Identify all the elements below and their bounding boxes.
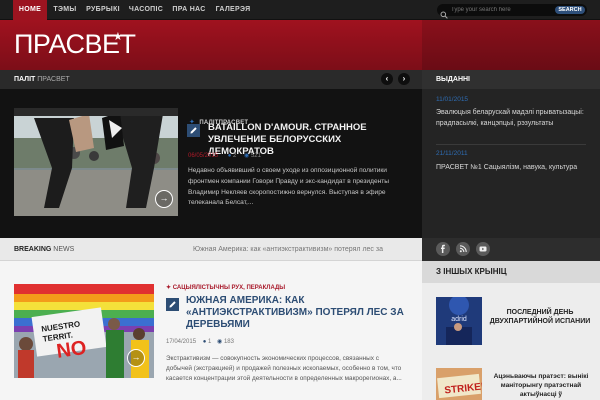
issue-date: 21/11/2011 <box>436 150 468 157</box>
issue-divider <box>436 144 586 145</box>
featured-section-title-rest: ПРАСВЕТ <box>37 76 70 83</box>
article-date: 17/04/2015 <box>166 339 197 345</box>
nav-item-rubryki[interactable]: РУБРЫКІ <box>84 0 122 20</box>
article-title[interactable]: ЮЖНАЯ АМЕРИКА: КАК «АНТИЭКСТРАКТИВИЗМ» П… <box>186 295 406 331</box>
header-right-panel <box>422 20 600 70</box>
featured-excerpt: Недавно объявивший о своем уходе из оппо… <box>188 167 390 207</box>
featured-date: 06/05/2015 <box>188 153 219 159</box>
article-category-label[interactable]: САЦЫЯЛІСТЫЧНЫ РУХ, ПЕРАКЛАДЫ <box>173 285 285 291</box>
search-icon[interactable] <box>440 6 448 19</box>
article-edit-icon[interactable] <box>166 298 179 311</box>
pin-icon: ✦ <box>189 119 195 126</box>
comment-icon: ● <box>227 153 232 159</box>
nav-item-pra-nas[interactable]: ПРА НАС <box>170 0 208 20</box>
featured-comments[interactable]: 2 <box>233 153 236 159</box>
nav-item-galereya[interactable]: ГАЛЕРЭЯ <box>213 0 253 20</box>
search-box: SEARCH <box>437 4 587 19</box>
svg-text:NO: NO <box>55 337 88 363</box>
youtube-icon[interactable] <box>476 242 490 256</box>
article-comments[interactable]: 1 <box>208 339 211 345</box>
svg-text:adrid: adrid <box>451 316 467 323</box>
breaking-label-rest: NEWS <box>53 246 75 253</box>
source-thumbnail[interactable]: STRIKE! <box>436 368 482 400</box>
featured-post-image[interactable]: → <box>14 108 178 216</box>
views-icon: ◉ <box>217 339 223 345</box>
issue-title[interactable]: Эвалюцыя беларускай мадэлі прыватызацыі:… <box>436 107 586 129</box>
featured-meta: 06/05/2015 ● 2 ◉ 521 <box>188 152 261 159</box>
nav-item-temy[interactable]: ТЭМЫ <box>50 0 80 20</box>
search-input[interactable] <box>451 5 551 15</box>
issue-title[interactable]: ПРАСВЕТ №1 Сацыялізм, навука, культура <box>436 162 586 173</box>
featured-section-header: ПАЛІТ ПРАСВЕТ ‹ › <box>0 70 422 89</box>
featured-views: 521 <box>250 153 261 159</box>
source-title[interactable]: ПОСЛЕДНИЙ ДЕНЬ ДВУХПАРТИЙНОЙ ИСПАНИИ <box>485 308 595 326</box>
source-title[interactable]: Ацэньваючы пратэст: вынікі маніторынгу п… <box>485 372 597 399</box>
featured-section-title-bold: ПАЛІТ <box>14 76 36 83</box>
breaking-news-label: BREAKING NEWS <box>14 246 74 253</box>
article-category[interactable]: ✦ САЦЫЯЛІСТЫЧНЫ РУХ, ПЕРАКЛАДЫ <box>166 284 285 291</box>
search-button[interactable]: SEARCH <box>555 6 585 14</box>
issues-section-header: ВЫДАННІ <box>422 70 600 89</box>
pin-icon: ✦ <box>166 285 172 291</box>
nav-item-chasopis[interactable]: ЧАСОПІС <box>127 0 165 20</box>
article-views: 183 <box>223 339 234 345</box>
other-sources-title: З ІНШЫХ КРЫНІЦ <box>422 261 600 283</box>
article-excerpt: Экстрактивизм — совокупность экономическ… <box>166 355 402 382</box>
logo-star-icon: ★ <box>113 31 123 43</box>
facebook-icon[interactable] <box>436 242 450 256</box>
comment-icon: ● <box>202 339 207 345</box>
breaking-label-bold: BREAKING <box>14 246 52 253</box>
views-icon: ◉ <box>244 153 250 159</box>
prev-slide-button[interactable]: ‹ <box>381 73 393 85</box>
breaking-news-ticker[interactable]: Южная Америка: как «антиэкстрактивизм» п… <box>193 246 383 253</box>
article-meta: 17/04/2015 ● 1 ◉ 183 <box>166 338 234 345</box>
issue-date: 11/01/2015 <box>436 96 469 103</box>
next-slide-button[interactable]: › <box>398 73 410 85</box>
article-image[interactable]: NUESTRO TERRIT. NO → <box>14 284 154 378</box>
source-thumbnail[interactable]: adrid <box>436 297 482 345</box>
featured-read-more-button[interactable]: → <box>155 190 173 208</box>
rss-icon[interactable] <box>456 242 470 256</box>
article-read-more-button[interactable]: → <box>127 349 145 367</box>
nav-item-home[interactable]: HOME <box>13 0 47 20</box>
